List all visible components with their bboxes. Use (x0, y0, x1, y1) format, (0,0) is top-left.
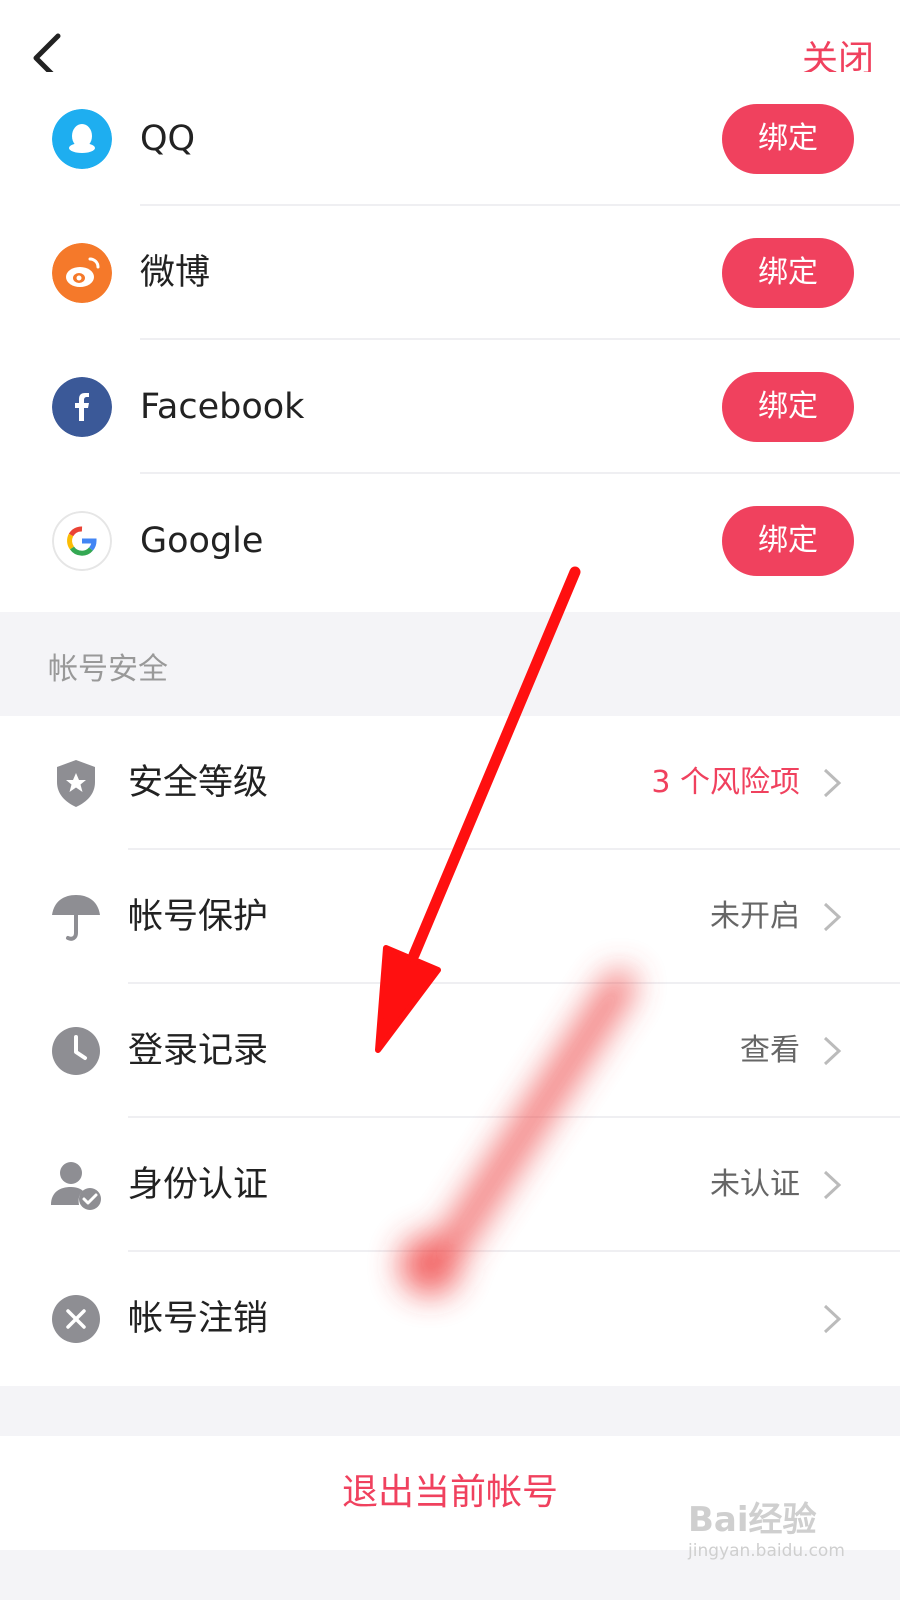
binding-label: QQ (140, 119, 196, 159)
logout-button[interactable]: 退出当前帐号 (0, 1436, 900, 1550)
section-title: 帐号安全 (48, 652, 168, 687)
qq-icon (52, 109, 112, 169)
binding-row-facebook: Facebook 绑定 (0, 340, 900, 474)
chevron-right-icon (823, 902, 842, 932)
facebook-icon (52, 377, 112, 437)
user-check-icon (51, 1162, 101, 1210)
cancel-circle-icon (52, 1295, 100, 1343)
row-label: 身份认证 (128, 1165, 269, 1205)
row-label: 帐号保护 (128, 897, 269, 937)
security-row-level[interactable]: 安全等级 3 个风险项 (0, 716, 900, 850)
binding-label: Facebook (140, 387, 305, 427)
bind-weibo-button[interactable]: 绑定 (722, 238, 854, 308)
row-label: 帐号注销 (128, 1299, 269, 1339)
row-value: 未认证 (710, 1167, 800, 1202)
binding-row-weibo: 微博 绑定 (0, 206, 900, 340)
security-row-protection[interactable]: 帐号保护 未开启 (0, 850, 900, 984)
bind-google-button[interactable]: 绑定 (722, 506, 854, 576)
chevron-right-icon (823, 1036, 842, 1066)
binding-label: Google (140, 521, 264, 561)
row-value: 查看 (740, 1033, 800, 1068)
google-icon (52, 511, 112, 571)
binding-row-google: Google 绑定 (0, 474, 900, 608)
chevron-right-icon (823, 1170, 842, 1200)
weibo-icon (52, 243, 112, 303)
clock-icon (52, 1027, 100, 1075)
binding-row-qq: QQ 绑定 (0, 72, 900, 206)
binding-label: 微博 (140, 253, 211, 293)
security-row-deactivate[interactable]: 帐号注销 (0, 1252, 900, 1386)
row-label: 登录记录 (128, 1031, 269, 1071)
security-row-login-history[interactable]: 登录记录 查看 (0, 984, 900, 1118)
bind-qq-button[interactable]: 绑定 (722, 104, 854, 174)
row-value: 未开启 (710, 899, 800, 934)
shield-star-icon (57, 760, 95, 807)
chevron-right-icon (823, 768, 842, 798)
umbrella-icon (52, 895, 100, 941)
row-label: 安全等级 (128, 763, 269, 803)
section-header-account-security: 帐号安全 (0, 612, 900, 716)
security-row-identity[interactable]: 身份认证 未认证 (0, 1118, 900, 1252)
risk-count: 3 个风险项 (651, 765, 800, 800)
chevron-right-icon (823, 1304, 842, 1334)
bottom-gap (0, 1550, 900, 1600)
section-gap (0, 1386, 900, 1436)
bind-facebook-button[interactable]: 绑定 (722, 372, 854, 442)
